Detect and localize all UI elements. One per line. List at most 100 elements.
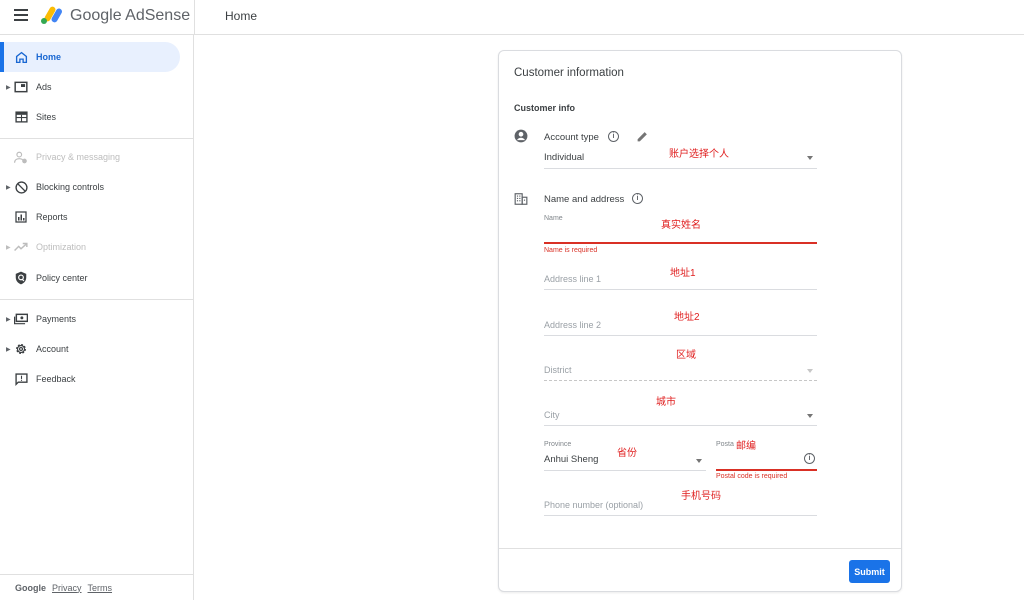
expand-arrow-icon[interactable]: ▶ — [6, 316, 11, 323]
sidebar-item-label: Payments — [36, 314, 77, 324]
sidebar-item-home[interactable]: Home — [0, 42, 180, 72]
sidebar-item-label: Account — [36, 344, 69, 354]
hamburger-menu-icon[interactable] — [14, 9, 28, 21]
account-type-value: Individual — [544, 152, 585, 163]
sidebar-item-label: Sites — [36, 112, 57, 122]
card-title: Customer information — [514, 67, 624, 79]
card-footer-divider — [499, 548, 901, 549]
feedback-icon — [14, 372, 28, 386]
footer-google: Google — [15, 582, 46, 593]
sidebar-item-label: Privacy & messaging — [36, 152, 121, 162]
adsense-logo-icon — [41, 6, 62, 24]
sidebar-item-label: Ads — [36, 82, 52, 92]
address-line-2-placeholder: Address line 2 — [544, 320, 602, 330]
privacy-icon — [14, 150, 28, 164]
sidebar-item-label: Feedback — [36, 374, 76, 384]
account-type-label: Account type — [544, 132, 599, 143]
postal-code-error: Postal code is required — [716, 473, 788, 480]
main-content: Customer information Customer info Accou… — [195, 36, 1024, 600]
dropdown-caret-icon — [696, 459, 702, 463]
name-field-label: Name — [544, 215, 563, 222]
field-underline — [716, 469, 817, 471]
building-icon — [514, 193, 528, 205]
sidebar-item-sites[interactable]: Sites — [0, 102, 180, 132]
sidebar: Home ▶ Ads Sites Privacy & messaging ▶ B… — [0, 35, 194, 600]
annotation: 地址1 — [670, 268, 696, 279]
info-icon[interactable]: i — [608, 131, 619, 142]
city-placeholder: City — [544, 410, 560, 420]
sidebar-item-optimization[interactable]: ▶ Optimization — [0, 232, 180, 262]
edit-pencil-icon[interactable] — [636, 130, 649, 143]
sidebar-item-label: Policy center — [36, 273, 88, 283]
annotation: 手机号码 — [681, 491, 721, 502]
sidebar-item-feedback[interactable]: Feedback — [0, 364, 180, 394]
info-icon[interactable]: i — [632, 193, 643, 204]
sidebar-item-policy-center[interactable]: Policy center — [0, 263, 180, 293]
gear-icon — [14, 342, 28, 356]
dropdown-caret-icon — [807, 369, 813, 373]
sidebar-item-blocking-controls[interactable]: ▶ Blocking controls — [0, 172, 180, 202]
sidebar-item-label: Home — [36, 52, 62, 62]
expand-arrow-icon[interactable]: ▶ — [6, 244, 11, 251]
sidebar-item-label: Reports — [36, 212, 68, 222]
annotation: 地址2 — [674, 312, 700, 323]
sites-icon — [14, 110, 28, 124]
dropdown-caret-icon — [807, 414, 813, 418]
submit-button[interactable]: Submit — [849, 560, 890, 583]
postal-code-input[interactable]: Posta i — [716, 441, 817, 471]
info-icon[interactable]: i — [804, 453, 815, 464]
annotation: 区域 — [676, 350, 696, 361]
customer-info-card: Customer information Customer info Accou… — [498, 50, 902, 592]
field-underline — [544, 242, 817, 244]
field-underline — [544, 168, 817, 169]
app-brand[interactable]: Google AdSense — [70, 7, 190, 25]
page-title: Home — [225, 9, 258, 23]
name-address-label: Name and address — [544, 194, 625, 205]
province-value: Anhui Sheng — [544, 454, 599, 465]
city-select[interactable]: City — [544, 402, 817, 426]
annotation: 省份 — [617, 448, 637, 459]
trending-icon — [14, 240, 28, 254]
account-circle-icon — [514, 129, 528, 143]
nav-divider — [0, 138, 193, 139]
sidebar-item-privacy-messaging[interactable]: Privacy & messaging — [0, 142, 180, 172]
field-underline — [544, 425, 817, 426]
sidebar-item-payments[interactable]: ▶ Payments — [0, 304, 180, 334]
sidebar-item-account[interactable]: ▶ Account — [0, 334, 180, 364]
sidebar-footer: Google Privacy Terms — [0, 574, 193, 600]
postal-code-label: Posta — [716, 441, 734, 448]
field-underline — [544, 515, 817, 516]
reports-icon — [14, 210, 28, 224]
field-underline — [544, 335, 817, 336]
sidebar-item-ads[interactable]: ▶ Ads — [0, 72, 180, 102]
field-underline — [544, 289, 817, 290]
expand-arrow-icon[interactable]: ▶ — [6, 346, 11, 353]
ads-icon — [14, 80, 28, 94]
district-placeholder: District — [544, 365, 572, 375]
privacy-link[interactable]: Privacy — [52, 583, 82, 593]
annotation: 邮编 — [736, 441, 756, 452]
payments-icon — [14, 312, 28, 326]
phone-number-placeholder: Phone number (optional) — [544, 500, 644, 510]
annotation: 真实姓名 — [661, 220, 701, 231]
annotation: 账户选择个人 — [669, 149, 729, 160]
sidebar-item-label: Blocking controls — [36, 182, 105, 192]
expand-arrow-icon[interactable]: ▶ — [6, 84, 11, 91]
terms-link[interactable]: Terms — [88, 583, 113, 593]
address-line-1-placeholder: Address line 1 — [544, 274, 602, 284]
home-icon — [14, 50, 28, 64]
nav-divider — [0, 299, 193, 300]
section-title: Customer info — [514, 103, 576, 113]
field-underline — [544, 380, 817, 381]
top-app-bar: Google AdSense Home — [0, 0, 1024, 35]
header-divider — [194, 0, 195, 35]
policy-shield-icon — [14, 271, 28, 285]
annotation: 城市 — [656, 397, 676, 408]
sidebar-item-reports[interactable]: Reports — [0, 202, 180, 232]
province-label: Province — [544, 441, 572, 448]
expand-arrow-icon[interactable]: ▶ — [6, 184, 11, 191]
sidebar-item-label: Optimization — [36, 242, 87, 252]
block-icon — [14, 180, 28, 194]
dropdown-caret-icon — [807, 156, 813, 160]
field-underline — [544, 470, 706, 471]
